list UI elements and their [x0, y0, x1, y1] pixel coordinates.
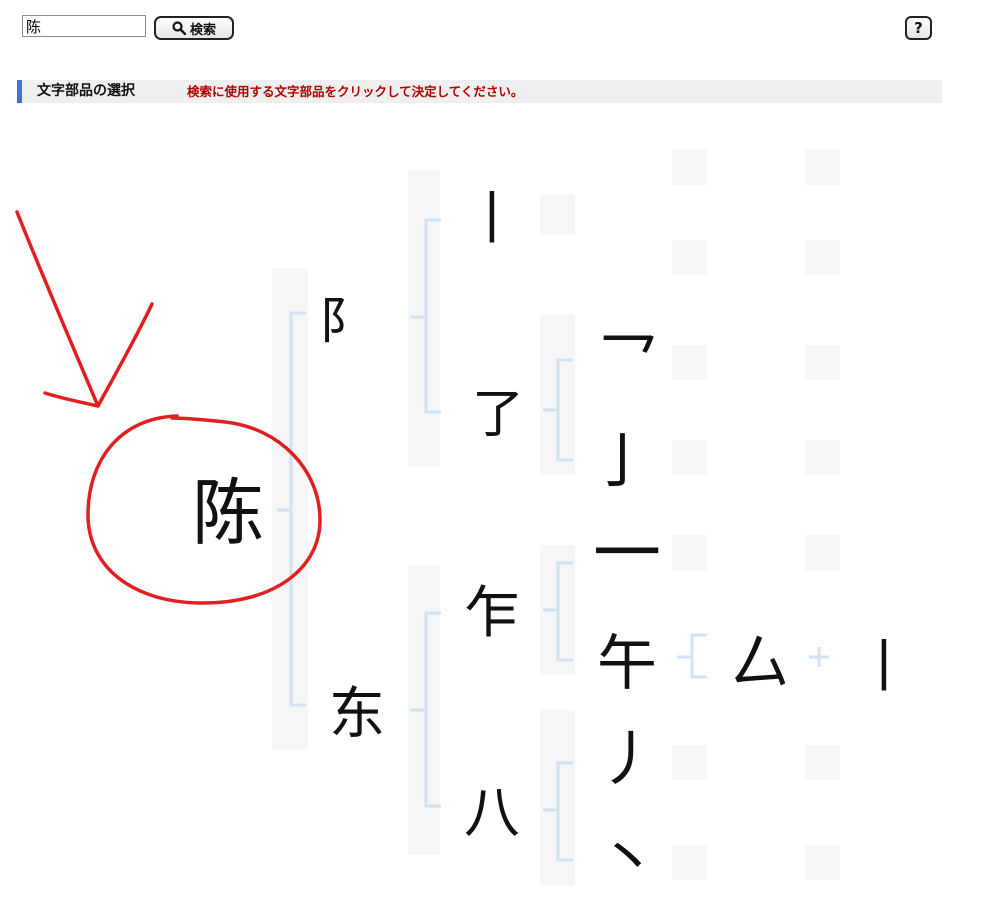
component-character[interactable]: 了: [472, 385, 524, 445]
background-tiles: [272, 150, 840, 885]
component-character[interactable]: 乍: [464, 581, 520, 646]
component-character[interactable]: 阝: [319, 292, 369, 350]
component-character[interactable]: 厶: [730, 629, 790, 699]
root-character[interactable]: 陈: [192, 471, 264, 555]
component-character[interactable]: 午: [597, 629, 657, 699]
component-character[interactable]: 丨: [464, 187, 520, 252]
component-character[interactable]: 乛: [598, 327, 658, 397]
component-character[interactable]: 一: [593, 515, 661, 594]
component-character[interactable]: 丿: [598, 725, 658, 795]
component-character[interactable]: 八: [464, 781, 520, 846]
component-character[interactable]: 东: [329, 682, 385, 747]
component-character[interactable]: 丶: [598, 825, 658, 895]
expand-plus-icon[interactable]: [809, 647, 829, 667]
annotation-arrow: [15, 210, 154, 408]
component-character[interactable]: 亅: [592, 427, 652, 497]
component-tree: 陈 阝 丨 了 乛 亅 东 乍 一 午 厶 丨 八 丿 丶: [15, 150, 912, 895]
component-character[interactable]: 丨: [856, 635, 912, 700]
